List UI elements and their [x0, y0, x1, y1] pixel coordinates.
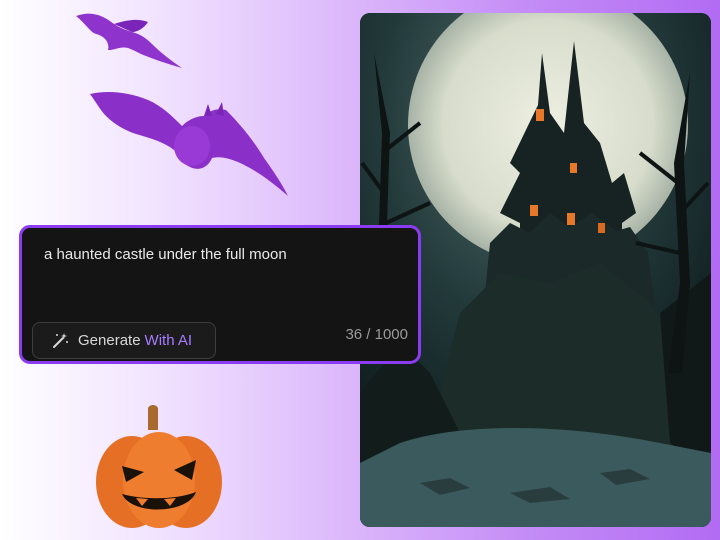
prompt-input[interactable]: a haunted castle under the full moon: [44, 246, 287, 263]
generate-with-ai-button[interactable]: Generate With AI: [32, 322, 216, 359]
character-counter: 36 / 1000: [345, 326, 408, 343]
generate-label: Generate: [78, 332, 141, 349]
prompt-card: a haunted castle under the full moon Gen…: [19, 225, 421, 364]
generate-accent-label: With AI: [144, 332, 193, 349]
bat-icon: [76, 13, 182, 68]
magic-wand-icon: [53, 332, 68, 348]
bat-icon: [90, 92, 288, 196]
jack-o-lantern-icon: [96, 405, 222, 528]
